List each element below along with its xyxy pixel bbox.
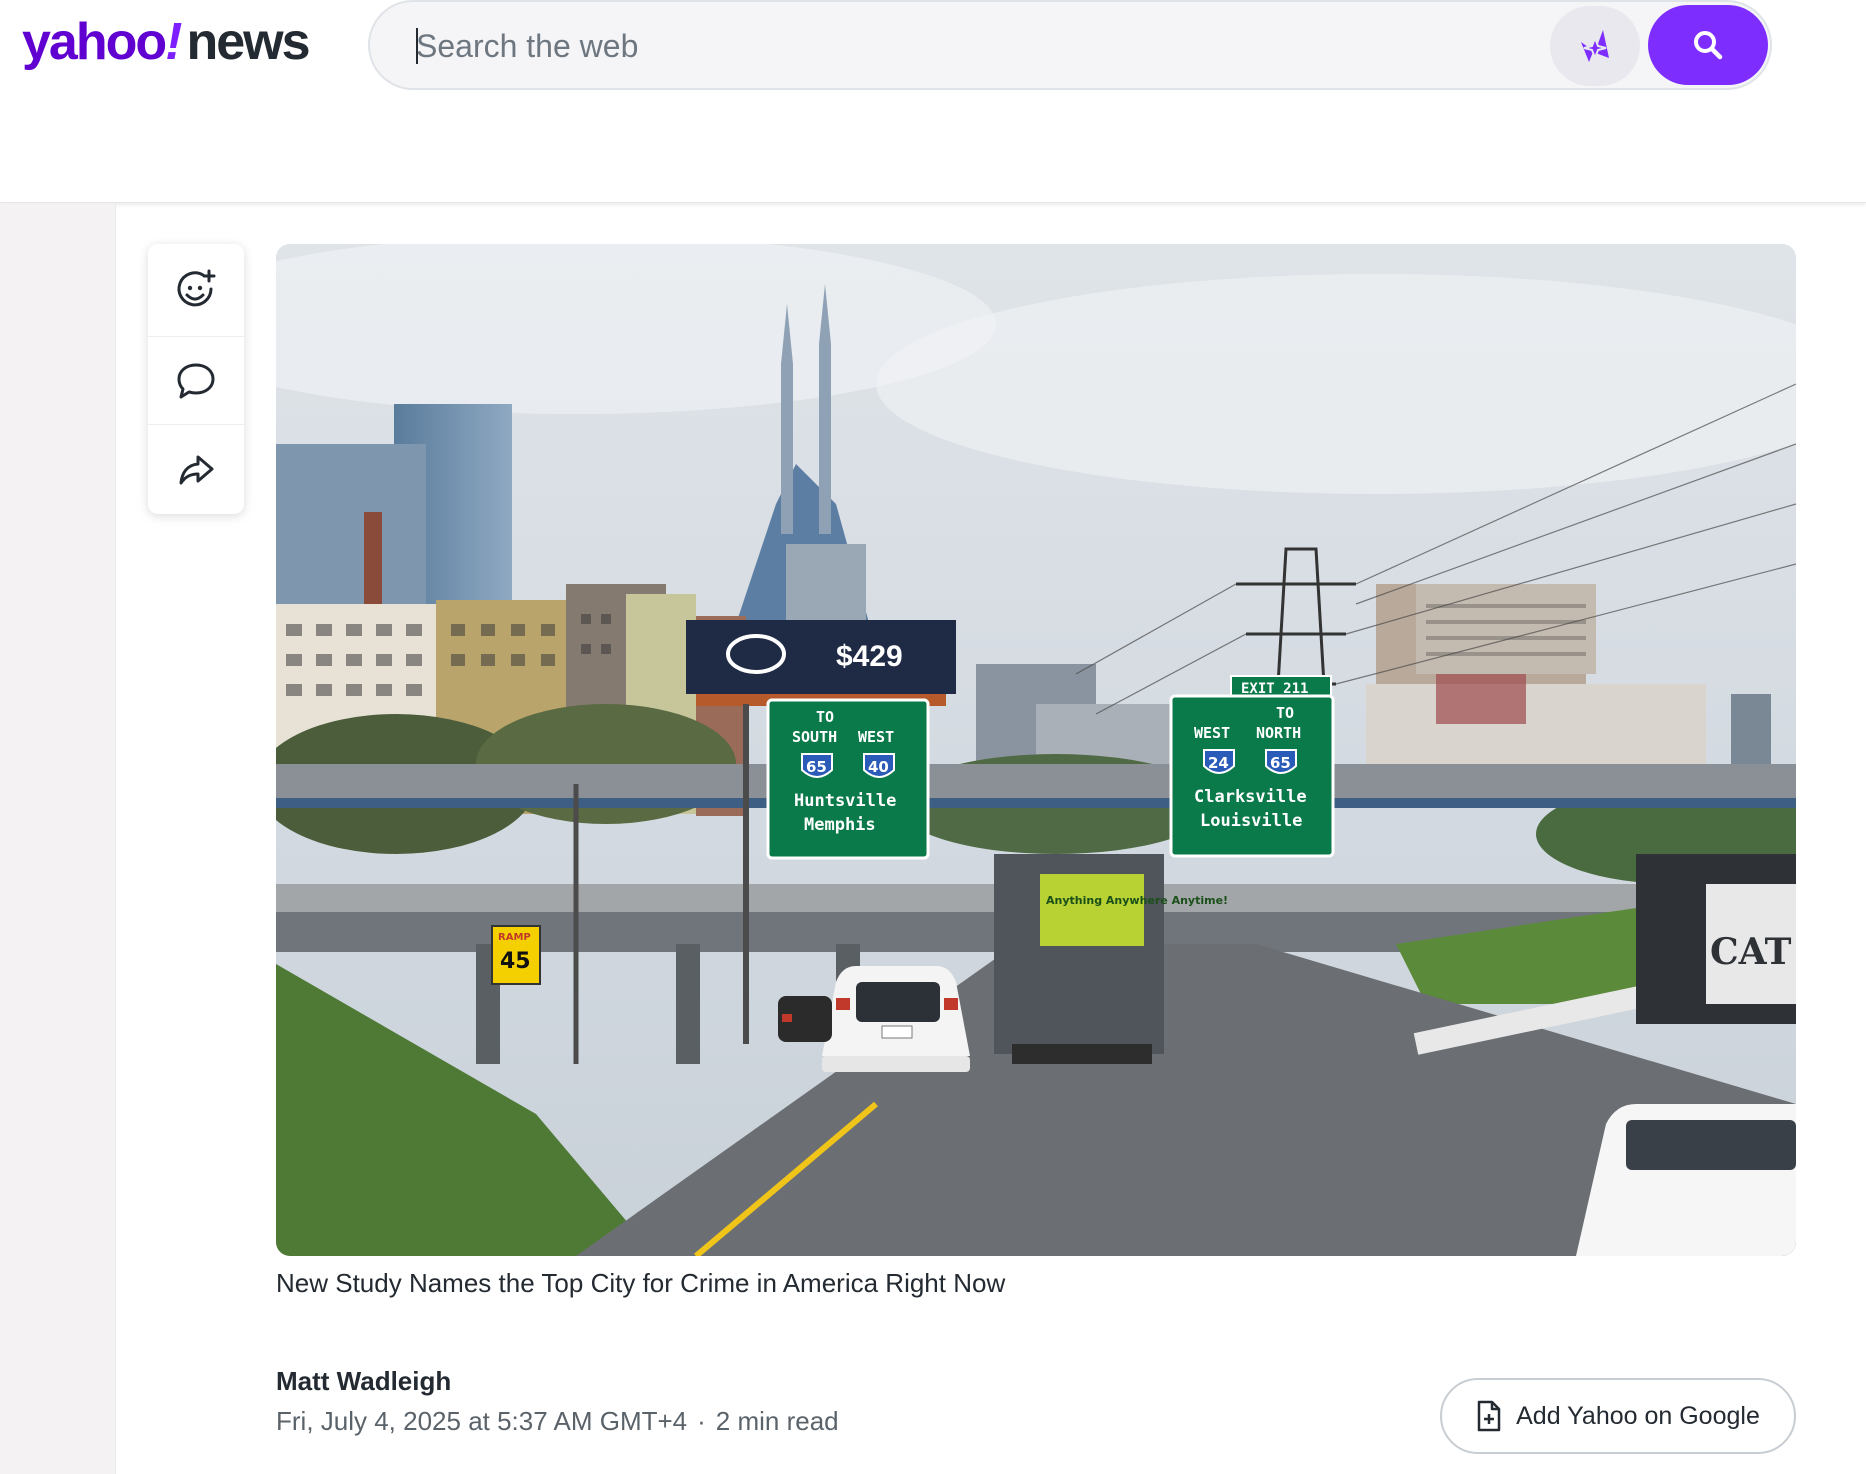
add-reaction-button[interactable]	[148, 246, 244, 334]
left-sign-to: TO	[816, 708, 834, 726]
search-bar	[368, 0, 1772, 90]
left-sign-dir-2: WEST	[858, 728, 894, 746]
comment-bubble-icon	[177, 363, 215, 398]
left-sign-city-2: Memphis	[804, 815, 876, 835]
left-sign-route-2: 40	[868, 758, 889, 776]
left-gutter	[0, 204, 116, 1474]
logo-bang: !	[165, 13, 182, 71]
ramp-label: RAMP	[498, 932, 531, 943]
right-sign-route-2: 65	[1270, 754, 1291, 772]
add-yahoo-on-google-button[interactable]: Add Yahoo on Google	[1440, 1378, 1796, 1454]
left-sign-dir-1: SOUTH	[792, 728, 837, 746]
truck-slogan: Anything Anywhere Anytime!	[1046, 894, 1228, 907]
article-meta: Fri, July 4, 2025 at 5:37 AM GMT+4 · 2 m…	[276, 1406, 839, 1437]
right-sign-dir-1: WEST	[1194, 724, 1230, 742]
ai-assist-button[interactable]	[1550, 6, 1640, 86]
text-caret	[416, 28, 418, 64]
read-time: 2 min read	[715, 1406, 839, 1436]
billboard-price: $429	[836, 640, 903, 673]
logo-news: news	[186, 13, 310, 71]
share-button[interactable]	[148, 424, 244, 512]
search-input[interactable]	[416, 18, 1496, 74]
share-arrow-icon	[179, 455, 214, 484]
truck-brand: CAT	[1710, 931, 1792, 973]
magnifier-icon	[1694, 31, 1723, 60]
add-document-icon	[1477, 1400, 1501, 1432]
right-sign-city-2: Louisville	[1200, 811, 1302, 831]
right-sign-city-1: Clarksville	[1194, 787, 1307, 807]
add-yahoo-on-google-label: Add Yahoo on Google	[1516, 1401, 1760, 1430]
left-sign-city-1: Huntsville	[794, 791, 896, 811]
site-header: yahoo ! news	[0, 0, 1866, 203]
nashville-highway-scene: $429 TO SOUTH WEST 65 40 Huntsville Memp	[276, 244, 1796, 1256]
add-reaction-icon	[177, 269, 216, 307]
right-sign-route-1: 24	[1208, 754, 1229, 772]
meta-separator: ·	[697, 1406, 706, 1436]
article-action-rail	[148, 244, 244, 514]
author-name[interactable]: Matt Wadleigh	[276, 1366, 451, 1397]
right-sign-to: TO	[1276, 704, 1294, 722]
publish-date: Fri, July 4, 2025 at 5:37 AM GMT+4	[276, 1406, 688, 1436]
article-hero-image[interactable]: $429 TO SOUTH WEST 65 40 Huntsville Memp	[276, 244, 1796, 1256]
comments-button[interactable]	[148, 336, 244, 424]
logo-yahoo: yahoo	[22, 13, 167, 71]
ramp-speed: 45	[500, 949, 531, 974]
search-button[interactable]	[1648, 5, 1768, 85]
left-sign-route-1: 65	[806, 758, 827, 776]
yahoo-news-logo[interactable]: yahoo ! news	[22, 12, 311, 82]
sparkle-star-icon	[1581, 30, 1609, 62]
image-caption: New Study Names the Top City for Crime i…	[276, 1268, 1006, 1298]
right-sign-dir-2: NORTH	[1256, 724, 1301, 742]
